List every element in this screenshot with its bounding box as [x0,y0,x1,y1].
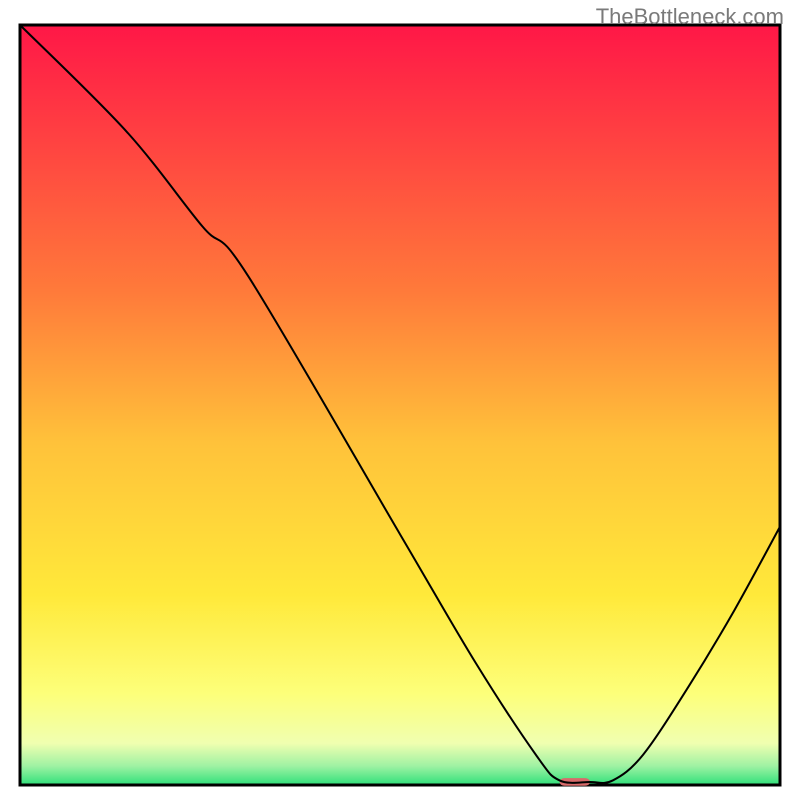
watermark-label: TheBottleneck.com [596,4,784,30]
bottleneck-chart [0,0,800,800]
chart-container: TheBottleneck.com [0,0,800,800]
